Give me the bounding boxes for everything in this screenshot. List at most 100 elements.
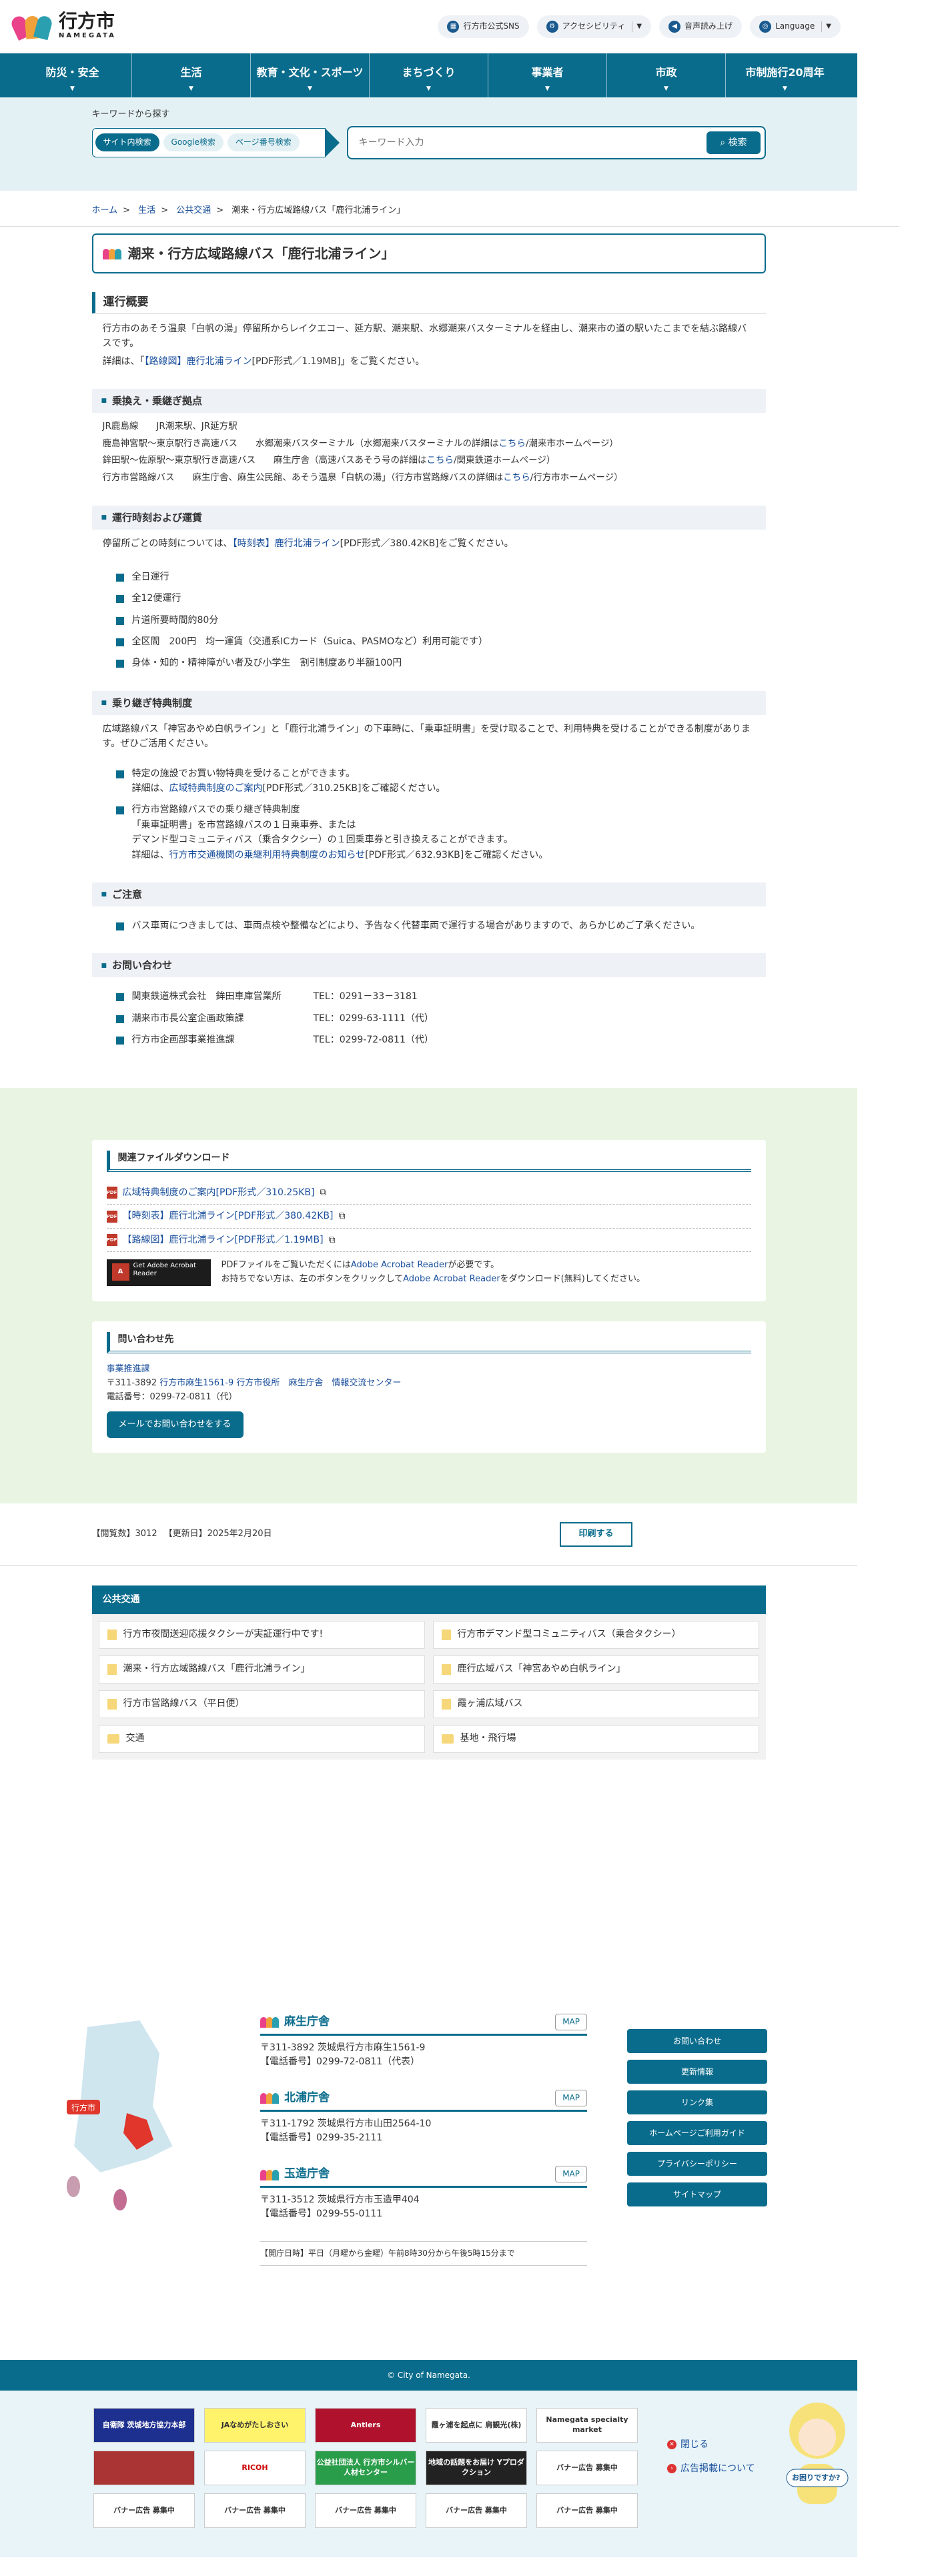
map-button[interactable]: MAP xyxy=(555,2013,587,2030)
banner-kankou[interactable]: 霞ヶ浦を起点に 肩観光(株) xyxy=(426,2407,527,2443)
help-mascot[interactable]: お困りですか? xyxy=(777,2391,857,2531)
banner-recruiting[interactable]: バナー広告 募集中 xyxy=(536,2493,638,2528)
related-item[interactable]: 行方市デマンド型コミュニティバス（乗合タクシー） xyxy=(432,1620,759,1649)
kantetsu-link[interactable]: こちら xyxy=(427,455,454,466)
breadcrumb-current: 潮来・行方広域路線バス「鹿行北浦ライン」 xyxy=(231,205,406,215)
map-button[interactable]: MAP xyxy=(555,2089,587,2107)
footer-nav-updates[interactable]: 更新情報 xyxy=(627,2059,767,2084)
nav-item-jigyousha[interactable]: 事業者 ▼ xyxy=(488,53,606,97)
related-item[interactable]: 交通 xyxy=(98,1724,425,1753)
nav-item-bousai[interactable]: 防災・安全 ▼ xyxy=(13,53,131,97)
dept-link[interactable]: 事業推進課 xyxy=(107,1364,150,1374)
chevron-down-icon: ▼ xyxy=(783,85,787,92)
footer-nav-links[interactable]: リンク集 xyxy=(627,2090,767,2114)
namegata-bus-link[interactable]: こちら xyxy=(503,472,530,483)
page-icon xyxy=(441,1629,451,1640)
footer-nav-guide[interactable]: ホームページご利用ガイド xyxy=(627,2120,767,2145)
sns-button[interactable]: ▦ 行方市公式SNS xyxy=(438,15,529,38)
breadcrumb-seikatsu[interactable]: 生活 xyxy=(138,205,155,215)
search-icon: ⌕ xyxy=(720,137,729,148)
tab-google-search[interactable]: Google検索 xyxy=(163,133,223,152)
accessibility-button[interactable]: ⚙ アクセシビリティ ▼ xyxy=(536,15,652,38)
namegata-benefit-link[interactable]: 行方市交通機関の乗継利用特典制度のお知らせ xyxy=(169,850,366,860)
banner-recruiting[interactable]: バナー広告 募集中 xyxy=(426,2493,527,2528)
voice-reader-button[interactable]: ◀ 音声読み上げ xyxy=(659,15,743,38)
route-map-link[interactable]: 【路線図】鹿行北浦ライン xyxy=(145,356,252,367)
banner-recruiting[interactable]: バナー広告 募集中 xyxy=(315,2493,416,2528)
download-item[interactable]: PDF 【時刻表】鹿行北浦ライン[PDF形式／380.42KB] ⧉ xyxy=(106,1205,751,1229)
breadcrumb-koukyou[interactable]: 公共交通 xyxy=(176,205,211,215)
contact-heading: 問い合わせ先 xyxy=(106,1331,751,1354)
banner-ja[interactable]: JAなめがたしおさい xyxy=(204,2407,306,2443)
search-button[interactable]: ⌕ 検索 xyxy=(707,131,761,154)
banner-yproduction[interactable]: 地域の話題をお届け Yプロダクション xyxy=(426,2450,527,2485)
footer-nav-sitemap[interactable]: サイトマップ xyxy=(627,2182,767,2206)
timetable-link[interactable]: 【時刻表】鹿行北浦ライン xyxy=(233,538,340,549)
related-item[interactable]: 行方市営路線バス（平日便） xyxy=(98,1690,425,1718)
nav-item-kyouiku[interactable]: 教育・文化・スポーツ ▼ xyxy=(250,53,369,97)
office-tamatsukuri: 玉造庁舎 MAP 〒311-3512 茨城県行方市玉造甲404 【電話番号】0299… xyxy=(260,2165,587,2221)
list-item: 特定の施設でお買い物特典を受けることができます。 詳細は、広域特典制度のご案内[P… xyxy=(115,766,755,796)
banner-jieitai[interactable]: 自衛隊 茨城地方協力本部 xyxy=(93,2407,195,2443)
nav-item-machidukuri[interactable]: まちづくり ▼ xyxy=(369,53,488,97)
banner-market[interactable]: Namegata specialty market xyxy=(536,2407,638,2443)
page-icon xyxy=(107,1664,117,1675)
related-item[interactable]: 潮来・行方広域路線バス「鹿行北浦ライン」 xyxy=(98,1655,425,1684)
site-logo[interactable]: 行方市 NAMEGATA xyxy=(9,12,116,41)
nav-item-20th[interactable]: 市制施行20周年 ▼ xyxy=(725,53,844,97)
chevron-down-icon: ▼ xyxy=(189,85,193,92)
section-heading-inquiry: お問い合わせ xyxy=(91,953,766,978)
map-button[interactable]: MAP xyxy=(555,2166,587,2183)
chevron-down-icon: ▼ xyxy=(426,85,431,92)
tab-page-number-search[interactable]: ページ番号検索 xyxy=(227,133,300,152)
banner-recruiting[interactable]: バナー広告 募集中 xyxy=(536,2450,638,2485)
tab-site-search[interactable]: サイト内検索 xyxy=(95,133,159,152)
section-heading-transfer: 乗換え・乗継ぎ拠点 xyxy=(91,389,766,414)
page-icon xyxy=(441,1698,451,1710)
office-kitaura: 北浦庁舎 MAP 〒311-1792 茨城県行方市山田2564-10 【電話番号】0… xyxy=(260,2089,587,2145)
language-button[interactable]: ◎ Language ▼ xyxy=(750,15,841,38)
banner-ricoh[interactable]: RICOH xyxy=(204,2450,306,2485)
download-item[interactable]: PDF 【路線図】鹿行北浦ライン[PDF形式／1.19MB] ⧉ xyxy=(106,1229,751,1253)
search-input[interactable] xyxy=(358,137,707,148)
itako-link[interactable]: こちら xyxy=(499,438,526,449)
acrobat-link[interactable]: Adobe Acrobat Reader xyxy=(403,1274,500,1284)
mail-inquiry-button[interactable]: メールでお問い合わせをする xyxy=(106,1411,244,1439)
list-item: 全12便運行 xyxy=(115,591,755,606)
acrobat-link[interactable]: Adobe Acrobat Reader xyxy=(351,1260,448,1270)
chevron-down-icon: ▼ xyxy=(70,85,75,92)
banner-antlers[interactable]: Antlers xyxy=(315,2407,416,2443)
acrobat-download-button[interactable]: Get Adobe Acrobat Reader xyxy=(106,1259,211,1286)
banner-area: 自衛隊 茨城地方協力本部 JAなめがたしおさい Antlers 霞ヶ浦を起点に … xyxy=(0,2390,857,2557)
related-grid: 行方市夜間送迎応援タクシーが実証運行中です! 行方市デマンド型コミュニティバス（… xyxy=(91,1614,766,1760)
banner-recruiting[interactable]: バナー広告 募集中 xyxy=(93,2493,195,2528)
banner-photo[interactable] xyxy=(93,2450,195,2485)
nav-item-shisei[interactable]: 市政 ▼ xyxy=(606,53,725,97)
related-item[interactable]: 基地・飛行場 xyxy=(432,1724,759,1753)
related-item[interactable]: 霞ヶ浦広域バス xyxy=(432,1690,759,1718)
breadcrumb-home[interactable]: ホーム xyxy=(92,205,118,215)
related-item[interactable]: 鹿行広域バス「神宮あやめ白帆ライン」 xyxy=(432,1655,759,1684)
related-item[interactable]: 行方市夜間送迎応援タクシーが実証運行中です! xyxy=(98,1620,425,1649)
external-link-icon: ⧉ xyxy=(338,1211,346,1222)
pdf-icon: PDF xyxy=(106,1210,117,1223)
ad-info-link[interactable]: › 広告掲載について xyxy=(667,2461,755,2476)
address-link[interactable]: 行方市麻生1561-9 行方市役所 麻生庁舎 情報交流センター xyxy=(159,1378,401,1388)
banner-silver[interactable]: 公益社団法人 行方市シルバー人材センター xyxy=(315,2450,416,2485)
print-button[interactable]: 印刷する xyxy=(560,1521,632,1547)
global-nav: 防災・安全 ▼ 生活 ▼ 教育・文化・スポーツ ▼ まちづくり ▼ 事業者 ▼ 市政 ▼ 市… xyxy=(0,53,857,97)
logo-subtitle: NAMEGATA xyxy=(59,32,116,39)
benefit-guide-link[interactable]: 広域特典制度のご案内 xyxy=(169,783,263,794)
footer-nav-privacy[interactable]: プライバシーポリシー xyxy=(627,2151,767,2176)
contact-card: 問い合わせ先 事業推進課 〒311-3892 行方市麻生1561-9 行方市役所… xyxy=(91,1321,766,1453)
city-logo-icon xyxy=(260,2092,279,2104)
banner-recruiting[interactable]: バナー広告 募集中 xyxy=(204,2493,306,2528)
updated-date: 【更新日】2025年2月20日 xyxy=(163,1528,272,1539)
close-ad-button[interactable]: ✕ 閉じる xyxy=(667,2437,755,2452)
download-item[interactable]: PDF 広域特典制度のご案内[PDF形式／310.25KB] ⧉ xyxy=(106,1181,751,1205)
related-heading: 公共交通 xyxy=(91,1585,766,1614)
list-item: 全日運行 xyxy=(115,570,755,584)
folder-icon xyxy=(441,1734,454,1744)
nav-item-seikatsu[interactable]: 生活 ▼ xyxy=(131,53,250,97)
footer-nav-inquiry[interactable]: お問い合わせ xyxy=(627,2028,767,2053)
